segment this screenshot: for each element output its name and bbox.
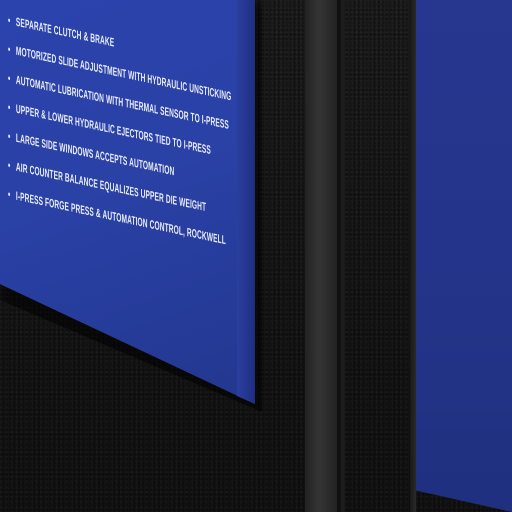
right-panel-edge [410, 0, 416, 512]
spec-list: SEPARATE CLUTCH & BRAKE MOTORIZED SLIDE … [8, 12, 231, 262]
right-sign-panel [414, 0, 512, 512]
pillar-seam [337, 0, 341, 512]
sign-edge [237, 0, 255, 404]
